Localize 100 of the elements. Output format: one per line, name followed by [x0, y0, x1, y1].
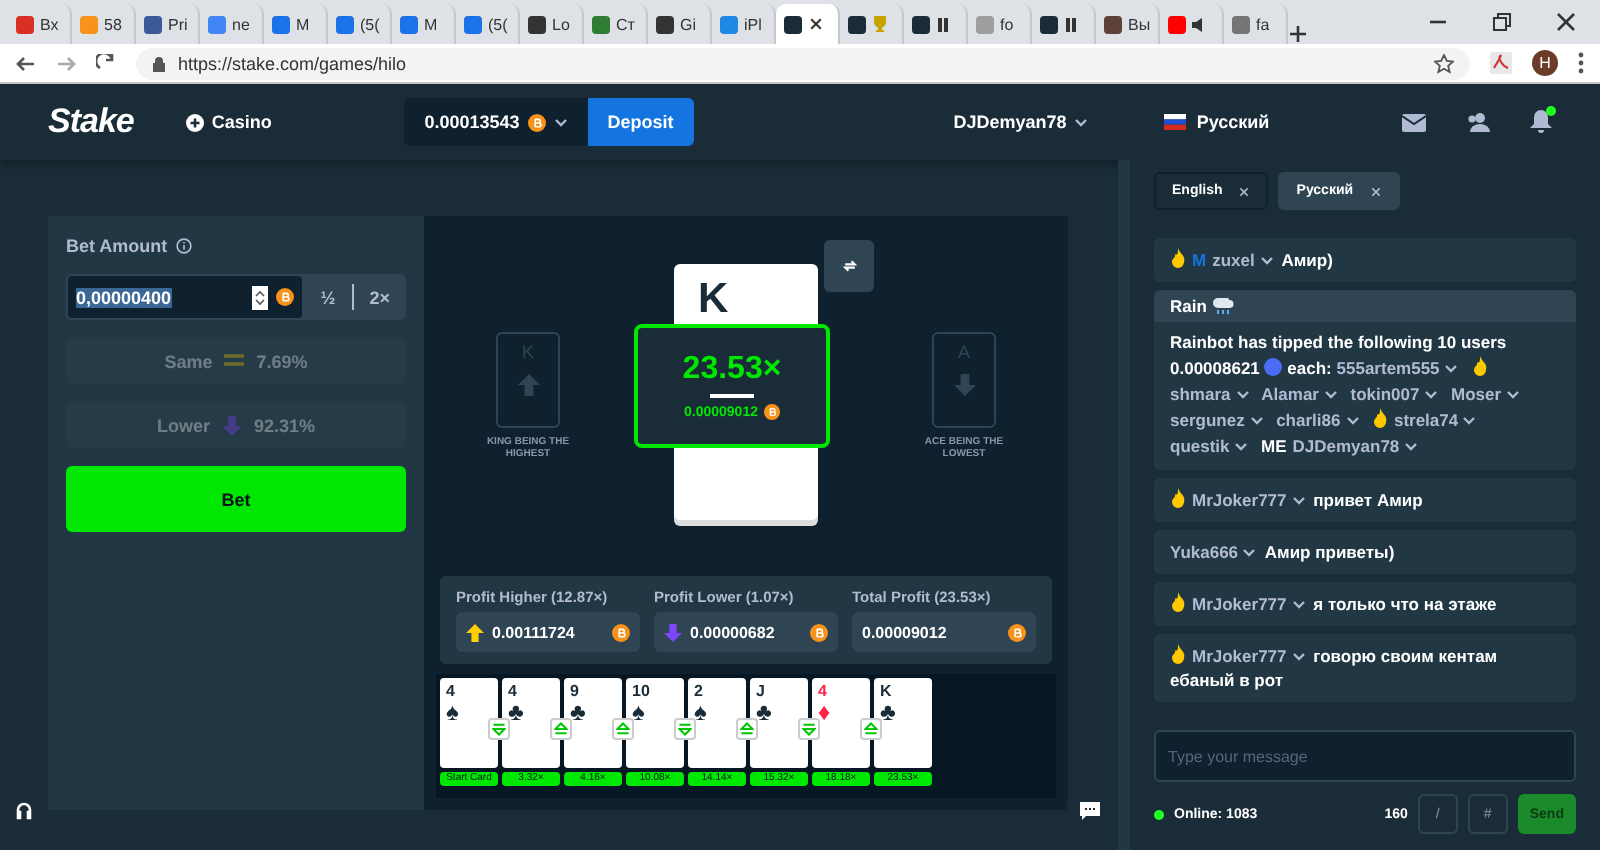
- caret-icon: [553, 117, 568, 127]
- restore-icon[interactable]: [1492, 12, 1512, 32]
- coin-icon: [527, 113, 546, 131]
- caret-icon: [1235, 390, 1250, 400]
- history-card: J ♣: [750, 678, 808, 768]
- caret-icon: [1444, 364, 1459, 374]
- caret-icon: [1074, 117, 1089, 127]
- caret-icon: [1234, 442, 1249, 452]
- plus-circle-icon: [185, 113, 204, 131]
- history-card: 4 ♦: [812, 678, 870, 768]
- chat-message: M zuxel Амир): [1154, 238, 1576, 282]
- cloud-icon: [1212, 297, 1235, 315]
- trophy-icon: [872, 16, 888, 32]
- pause-icon: [936, 17, 950, 31]
- users-icon[interactable]: [1466, 112, 1490, 132]
- history-card: 4 ♠: [440, 678, 498, 768]
- rain-header: Rain: [1154, 290, 1576, 322]
- down-arrow-icon: [664, 623, 682, 641]
- chat-message: MrJoker777 я только что на этаже: [1154, 582, 1576, 626]
- chat-message: MrJoker777 говорю своим кентам ебаный в рот: [1154, 634, 1576, 702]
- guess-badge: [736, 718, 758, 740]
- chat-icon: [1080, 801, 1100, 819]
- guess-badge: [860, 718, 882, 740]
- history-card: 2 ♠: [688, 678, 746, 768]
- coin-icon: [1008, 623, 1026, 641]
- close-icon[interactable]: [1369, 185, 1382, 197]
- guess-badge: [550, 718, 572, 740]
- caret-icon: [1462, 416, 1477, 426]
- caret-icon: [1249, 416, 1264, 426]
- mail-icon[interactable]: [1402, 113, 1426, 131]
- history-card: 10 ♠: [626, 678, 684, 768]
- half-button[interactable]: ½: [304, 274, 352, 320]
- profit-field: 0.00000682: [654, 612, 838, 652]
- caret-icon: [1259, 256, 1274, 266]
- balance-selector[interactable]: 0.00013543: [404, 98, 588, 146]
- coin-icon: [763, 404, 780, 420]
- guess-badge: [488, 718, 510, 740]
- flag-icon: [1164, 114, 1187, 130]
- history-card: 4 ♣: [502, 678, 560, 768]
- caret-icon: [1323, 390, 1338, 400]
- chat-message: Yuka666 Амир приветы): [1154, 530, 1576, 574]
- browser-tab[interactable]: [776, 4, 840, 44]
- headset-icon[interactable]: [14, 800, 34, 820]
- pdf-icon[interactable]: [1490, 52, 1512, 74]
- bell-icon[interactable]: [1530, 110, 1552, 134]
- close-icon[interactable]: [1238, 185, 1251, 197]
- address-field[interactable]: https://stake.com/games/hilo: [136, 47, 1470, 79]
- history-card: 9 ♣: [564, 678, 622, 768]
- profile-avatar[interactable]: H: [1532, 50, 1558, 76]
- menu-icon[interactable]: [1578, 52, 1584, 74]
- swap-icon[interactable]: [841, 258, 857, 274]
- bet-amount-field[interactable]: 0,00000400: [66, 274, 305, 320]
- down-arrow-icon: [953, 374, 975, 396]
- equals-icon: [224, 354, 245, 368]
- caret-icon: [1291, 600, 1306, 610]
- caret-icon: [1345, 416, 1360, 426]
- up-arrow-icon: [517, 374, 539, 396]
- caret-icon: [1404, 442, 1419, 452]
- caret-icon: [1291, 496, 1306, 506]
- coin-icon: [810, 623, 828, 641]
- lock-icon: [152, 55, 166, 71]
- caret-icon: [1505, 390, 1520, 400]
- stepper-icon[interactable]: [252, 285, 269, 309]
- down-arrow-icon: [221, 415, 242, 435]
- reload-icon[interactable]: [96, 53, 116, 73]
- profit-field: 0.00111724: [456, 612, 640, 652]
- new-tab-icon[interactable]: [1288, 24, 1308, 44]
- speaker-icon: [1192, 17, 1208, 31]
- shuffle-button[interactable]: [824, 240, 874, 292]
- close-icon[interactable]: [808, 16, 824, 32]
- guess-badge: [674, 718, 696, 740]
- caret-icon: [1424, 390, 1439, 400]
- up-arrow-icon: [466, 623, 484, 641]
- pause-icon: [1064, 17, 1078, 31]
- caret-icon: [1242, 548, 1257, 558]
- language-selector[interactable]: Русский: [1164, 112, 1270, 132]
- multiplier-value: 23.53×: [682, 352, 782, 388]
- coin-icon: [276, 288, 295, 306]
- star-icon[interactable]: [1434, 53, 1454, 73]
- bet-button[interactable]: Bet: [66, 466, 406, 532]
- coin-icon: [612, 623, 630, 641]
- profit-field: 0.00009012: [852, 612, 1036, 652]
- history-card: K ♣: [874, 678, 932, 768]
- deposit-button[interactable]: Deposit: [587, 98, 694, 146]
- guess-badge: [612, 718, 634, 740]
- guess-badge: [798, 718, 820, 740]
- rain-message: Rainbot has tipped the following 10 users 0.00008621 each: 555artem555 shmara Alamar tokin007 Moser sergunez charli86 strela74 questik ME DJDemyan78: [1154, 322, 1576, 470]
- back-icon[interactable]: [16, 53, 36, 73]
- bet-amount-label: Bet Amount: [66, 236, 168, 256]
- caret-icon: [1291, 652, 1306, 662]
- casino-link[interactable]: Casino: [185, 112, 272, 132]
- coin-icon: [1264, 358, 1283, 376]
- stake-logo[interactable]: Stake: [48, 102, 134, 142]
- double-button[interactable]: 2×: [353, 274, 406, 320]
- message-field[interactable]: Type your message: [1154, 730, 1576, 782]
- online-dot: [1154, 809, 1164, 819]
- user-menu[interactable]: DJDemyan78: [953, 112, 1089, 132]
- chat-message: MrJoker777 привет Амир: [1154, 478, 1576, 522]
- close-icon[interactable]: [1556, 12, 1576, 32]
- info-icon: [175, 238, 192, 254]
